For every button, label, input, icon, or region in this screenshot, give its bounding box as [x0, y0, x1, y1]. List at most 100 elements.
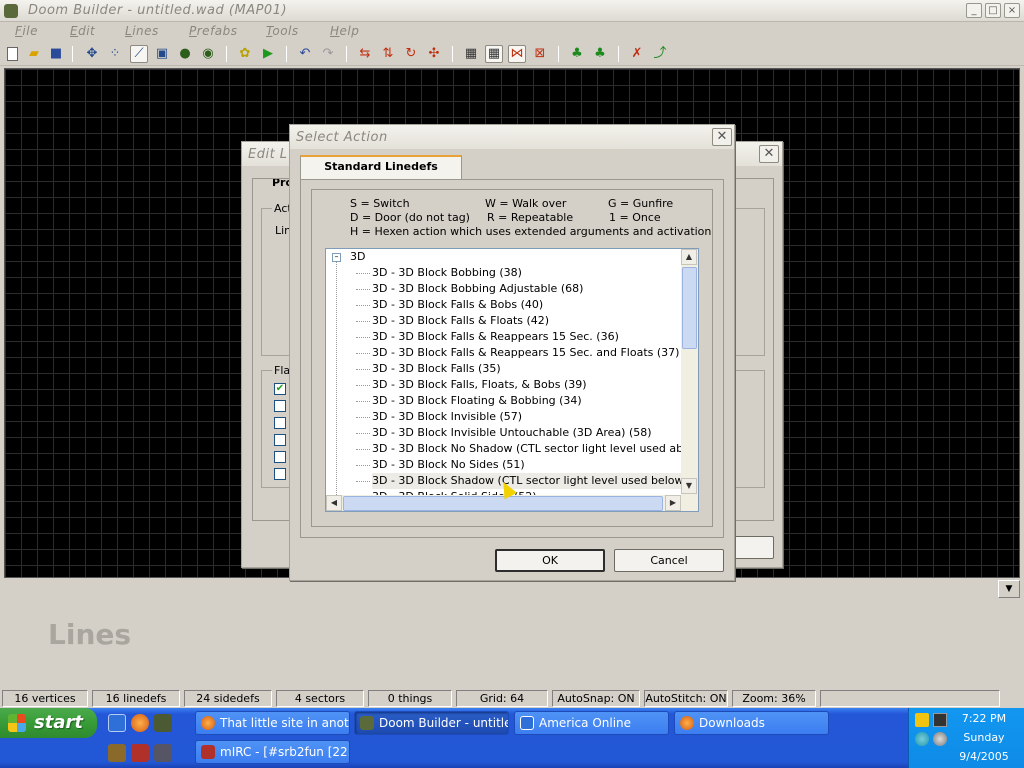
scroll-down-icon[interactable]: ▼	[681, 478, 697, 494]
menu-file[interactable]: File	[15, 24, 38, 38]
menu-prefabs[interactable]: Prefabs	[189, 24, 238, 38]
legend-repeatable: R = Repeatable	[487, 211, 574, 224]
tray-volume-icon[interactable]	[933, 732, 947, 746]
flag-checkbox[interactable]	[274, 468, 286, 480]
edit-lines-close-button[interactable]: ✕	[759, 145, 779, 163]
task-downloads[interactable]: Downloads	[674, 711, 829, 735]
task-label: America Online	[539, 716, 632, 730]
mode-label: Lines	[48, 618, 132, 651]
ok-button[interactable]: OK	[495, 549, 605, 572]
grid-icon[interactable]: ▦	[462, 45, 480, 63]
menu-help[interactable]: Help	[330, 24, 359, 38]
menu-lines[interactable]: Lines	[125, 24, 159, 38]
task-mirc[interactable]: mIRC - [#srb2fun [22...	[195, 740, 350, 764]
flag-checkbox[interactable]	[274, 417, 286, 429]
close-button[interactable]: ×	[1004, 3, 1020, 18]
quicklaunch-icon[interactable]	[154, 744, 172, 762]
tree-hscrollbar[interactable]: ◀ ▶	[326, 495, 698, 511]
mirc-quicklaunch-icon[interactable]	[131, 744, 149, 762]
status-autostitch: AutoStitch: ON	[644, 690, 728, 707]
collapse-icon[interactable]: –	[332, 253, 341, 262]
save-icon[interactable]: ■	[47, 45, 65, 63]
action-item[interactable]: 3D - 3D Block Invisible (57)	[372, 409, 522, 425]
action-item[interactable]: 3D - 3D Block Falls & Bobs (40)	[372, 297, 543, 313]
autostitch-icon[interactable]: ⋈	[508, 45, 526, 63]
tray-monitor-icon[interactable]	[933, 713, 947, 727]
flag-checkbox[interactable]	[274, 451, 286, 463]
action-item[interactable]: 3D - 3D Block Falls, Floats, & Bobs (39)	[372, 377, 587, 393]
flip-vertical-icon[interactable]: ⇅	[379, 45, 397, 63]
task-firefox[interactable]: That little site in anot...	[195, 711, 350, 735]
flag-checkbox[interactable]	[274, 400, 286, 412]
menu-edit[interactable]: Edit	[70, 24, 95, 38]
tab-standard-linedefs[interactable]: Standard Linedefs	[300, 155, 462, 179]
action-item[interactable]: 3D - 3D Block Bobbing Adjustable (68)	[372, 281, 583, 297]
action-item[interactable]: 3D - 3D Block No Shadow (CTL sector ligh…	[372, 441, 698, 457]
flag-checkbox[interactable]	[274, 434, 286, 446]
rotate-icon[interactable]: ↻	[402, 45, 420, 63]
tree-root-3d[interactable]: 3D	[350, 249, 365, 265]
scroll-right-icon[interactable]: ▶	[665, 495, 681, 511]
action-item[interactable]: 3D - 3D Block Invisible Untouchable (3D …	[372, 425, 652, 441]
select-action-close-button[interactable]: ✕	[712, 128, 732, 146]
cancel-button[interactable]: Cancel	[614, 549, 724, 572]
task-label: Downloads	[699, 716, 765, 730]
clock-day: Sunday	[963, 731, 1005, 744]
tree-vscrollbar[interactable]: ▲ ▼	[681, 249, 698, 495]
things-mode-icon[interactable]: ●	[176, 45, 194, 63]
firefox-quicklaunch-icon[interactable]	[131, 714, 149, 732]
test-config-icon[interactable]: ✿	[236, 45, 254, 63]
toolbar: ▰ ■ ✥ ⁘ ⟋ ▣ ● ◉ ✿ ▶ ↶ ↷ ⇆ ⇅ ↻ ✣ ▦ ▦ ⋈ ⊠ …	[0, 42, 1024, 66]
tools-icon[interactable]: ✗	[628, 45, 646, 63]
tray-hand-icon[interactable]	[915, 713, 929, 727]
prefab-tree-icon[interactable]: ♣	[568, 45, 586, 63]
select-action-dialog: Select Action ✕ Standard Linedefs S = Sw…	[289, 124, 735, 581]
panel-expand-button[interactable]: ▼	[998, 580, 1020, 598]
vertices-mode-icon[interactable]: ⁘	[106, 45, 124, 63]
start-button[interactable]: start	[0, 708, 97, 738]
3d-mode-icon[interactable]: ◉	[199, 45, 217, 63]
status-sectors: 4 sectors	[276, 690, 364, 707]
undo-icon[interactable]: ↶	[296, 45, 314, 63]
quicklaunch-icon[interactable]	[108, 744, 126, 762]
action-item-selected[interactable]: 3D - 3D Block Shadow (CTL sector light l…	[372, 473, 698, 489]
redo-icon[interactable]: ↷	[319, 45, 337, 63]
scroll-left-icon[interactable]: ◀	[326, 495, 342, 511]
action-item[interactable]: 3D - 3D Block Bobbing (38)	[372, 265, 522, 281]
new-map-icon[interactable]	[6, 47, 18, 61]
clock-time[interactable]: 7:22 PM	[949, 712, 1019, 725]
snap-grid-icon[interactable]: ▦	[485, 45, 503, 63]
tray-network-icon[interactable]	[915, 732, 929, 746]
aol-quicklaunch-icon[interactable]	[108, 714, 126, 732]
status-things: 0 things	[368, 690, 452, 707]
scale-icon[interactable]: ✣	[425, 45, 443, 63]
legend-door: D = Door (do not tag)	[350, 211, 470, 224]
action-item[interactable]: 3D - 3D Block Falls (35)	[372, 361, 501, 377]
action-item[interactable]: 3D - 3D Block Falls & Reappears 15 Sec. …	[372, 345, 679, 361]
doombuilder-quicklaunch-icon[interactable]	[154, 714, 172, 732]
lines-mode-icon[interactable]: ⟋	[130, 45, 148, 63]
move-icon[interactable]: ✥	[83, 45, 101, 63]
action-item[interactable]: 3D - 3D Block No Sides (51)	[372, 457, 525, 473]
open-icon[interactable]: ▰	[25, 45, 43, 63]
maximize-button[interactable]: □	[985, 3, 1001, 18]
scroll-thumb[interactable]	[682, 267, 697, 349]
doombuilder-icon	[360, 716, 374, 730]
prefab-trees-icon[interactable]: ♣	[591, 45, 609, 63]
merge-icon[interactable]: ⊠	[531, 45, 549, 63]
task-aol[interactable]: America Online	[514, 711, 669, 735]
scroll-up-icon[interactable]: ▲	[681, 249, 697, 265]
action-item[interactable]: 3D - 3D Block Floating & Bobbing (34)	[372, 393, 582, 409]
flip-horizontal-icon[interactable]: ⇆	[356, 45, 374, 63]
action-tree[interactable]: – 3D 3D - 3D Block Bobbing (38) 3D - 3D …	[325, 248, 699, 512]
minimize-button[interactable]: _	[966, 3, 982, 18]
action-item[interactable]: 3D - 3D Block Falls & Floats (42)	[372, 313, 549, 329]
test-map-icon[interactable]: ▶	[259, 45, 277, 63]
status-autosnap: AutoSnap: ON	[552, 690, 640, 707]
task-doombuilder[interactable]: Doom Builder - untitle...	[354, 711, 509, 735]
sectors-mode-icon[interactable]: ▣	[153, 45, 171, 63]
menu-tools[interactable]: Tools	[266, 24, 299, 38]
action-item[interactable]: 3D - 3D Block Falls & Reappears 15 Sec. …	[372, 329, 619, 345]
script-icon[interactable]: ⤴	[651, 45, 669, 63]
flag-checkbox[interactable]: ✔	[274, 383, 286, 395]
